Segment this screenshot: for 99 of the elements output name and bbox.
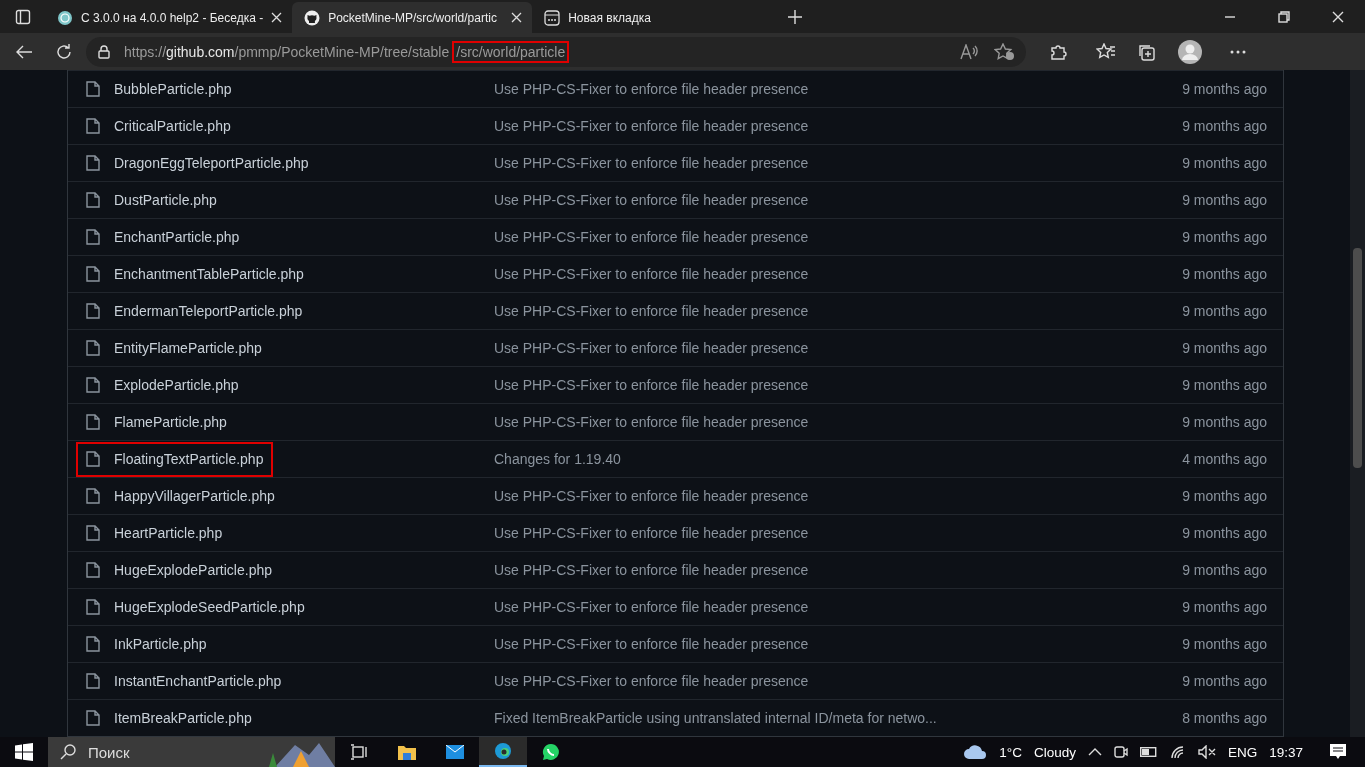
commit-age: 9 months ago <box>1182 599 1267 615</box>
browser-tab[interactable]: PocketMine-MP/src/world/partic <box>292 2 533 33</box>
browser-tab[interactable]: С 3.0.0 на 4.0.0 help2 - Беседка - <box>45 2 293 33</box>
commit-age: 8 months ago <box>1182 710 1267 726</box>
commit-age: 9 months ago <box>1182 229 1267 245</box>
commit-message[interactable]: Use PHP-CS-Fixer to enforce file header presence <box>494 562 1183 578</box>
commit-age: 9 months ago <box>1182 266 1267 282</box>
file-link[interactable]: ExplodeParticle.php <box>76 367 249 403</box>
file-icon <box>86 451 100 467</box>
commit-message[interactable]: Use PHP-CS-Fixer to enforce file header presence <box>494 414 1183 430</box>
address-bar[interactable]: https://github.com/pmmp/PocketMine-MP/tree/stable /src/world/particle <box>86 36 1026 67</box>
commit-message[interactable]: Use PHP-CS-Fixer to enforce file header presence <box>494 303 1183 319</box>
commit-message[interactable]: Use PHP-CS-Fixer to enforce file header presence <box>494 525 1183 541</box>
commit-age: 9 months ago <box>1182 303 1267 319</box>
commit-age: 9 months ago <box>1182 340 1267 356</box>
commit-message[interactable]: Use PHP-CS-Fixer to enforce file header presence <box>494 488 1183 504</box>
commit-message[interactable]: Use PHP-CS-Fixer to enforce file header presence <box>494 636 1183 652</box>
language-indicator[interactable]: ENG <box>1227 744 1258 760</box>
file-icon <box>86 525 100 541</box>
commit-message[interactable]: Use PHP-CS-Fixer to enforce file header presence <box>494 192 1183 208</box>
commit-age: 9 months ago <box>1182 488 1267 504</box>
commit-age: 9 months ago <box>1182 414 1267 430</box>
file-icon <box>86 192 100 208</box>
file-icon <box>86 710 100 726</box>
close-icon[interactable] <box>271 12 283 23</box>
lock-icon <box>98 44 110 59</box>
edge-icon[interactable] <box>479 737 527 767</box>
file-link[interactable]: EntityFlameParticle.php <box>76 330 272 366</box>
browser-tab[interactable]: Новая вкладка <box>532 2 773 33</box>
commit-message[interactable]: Use PHP-CS-Fixer to enforce file header presence <box>494 81 1183 97</box>
file-icon <box>86 229 100 245</box>
file-link[interactable]: DragonEggTeleportParticle.php <box>76 145 319 181</box>
file-link[interactable]: InstantEnchantParticle.php <box>76 663 292 699</box>
file-icon <box>86 303 100 319</box>
read-aloud-icon[interactable] <box>960 43 980 60</box>
scrollbar[interactable] <box>1350 70 1365 737</box>
file-icon <box>86 488 100 504</box>
commit-age: 9 months ago <box>1182 81 1267 97</box>
file-icon <box>86 414 100 430</box>
commit-age: 9 months ago <box>1182 377 1267 393</box>
file-link[interactable]: FlameParticle.php <box>76 404 237 440</box>
file-link[interactable]: EnchantmentTableParticle.php <box>76 256 314 292</box>
commit-age: 9 months ago <box>1182 192 1267 208</box>
commit-age: 4 months ago <box>1182 451 1267 467</box>
clock[interactable]: 19:37 <box>1269 744 1303 760</box>
file-icon <box>86 599 100 615</box>
file-link[interactable]: FloatingTextParticle.php <box>76 441 274 477</box>
camera-icon[interactable] <box>1113 744 1128 760</box>
file-link[interactable]: CriticalParticle.php <box>76 108 241 144</box>
weather-temperature[interactable]: 1°C <box>999 744 1022 760</box>
highlight-frame: /src/world/particle <box>452 40 570 63</box>
file-icon <box>86 266 100 282</box>
muted-speaker-icon[interactable] <box>1197 745 1216 759</box>
commit-message[interactable]: Changes for 1.19.40 <box>494 451 1183 467</box>
file-link[interactable]: DustParticle.php <box>76 182 227 218</box>
commit-message[interactable]: Use PHP-CS-Fixer to enforce file header presence <box>494 599 1183 615</box>
battery-icon[interactable] <box>1139 747 1158 757</box>
commit-message[interactable]: Use PHP-CS-Fixer to enforce file header presence <box>494 118 1183 134</box>
file-icon <box>86 673 100 689</box>
commit-message[interactable]: Use PHP-CS-Fixer to enforce file header presence <box>494 673 1183 689</box>
file-link[interactable]: HeartParticle.php <box>76 515 233 551</box>
file-link[interactable]: InkParticle.php <box>76 626 217 662</box>
file-link[interactable]: EndermanTeleportParticle.php <box>76 293 313 329</box>
file-link[interactable]: EnchantParticle.php <box>76 219 250 255</box>
commit-message[interactable]: Use PHP-CS-Fixer to enforce file header presence <box>494 266 1183 282</box>
file-link[interactable]: HugeExplodeParticle.php <box>76 552 282 588</box>
commit-message[interactable]: Use PHP-CS-Fixer to enforce file header presence <box>494 377 1183 393</box>
commit-age: 9 months ago <box>1182 525 1267 541</box>
commit-message[interactable]: Use PHP-CS-Fixer to enforce file header presence <box>494 340 1183 356</box>
weather-condition[interactable]: Cloudy <box>1033 744 1076 760</box>
commit-age: 9 months ago <box>1182 118 1267 134</box>
file-icon <box>86 118 100 134</box>
file-icon <box>86 377 100 393</box>
commit-age: 9 months ago <box>1182 673 1267 689</box>
file-icon <box>86 81 100 97</box>
commit-age: 9 months ago <box>1182 636 1267 652</box>
file-icon <box>86 636 100 652</box>
close-icon[interactable] <box>511 12 523 23</box>
file-link[interactable]: BubbleParticle.php <box>76 71 242 107</box>
commit-age: 9 months ago <box>1182 155 1267 171</box>
file-icon <box>86 155 100 171</box>
notifications-icon[interactable] <box>1329 743 1347 761</box>
wifi-icon[interactable] <box>1169 745 1186 759</box>
commit-message[interactable]: Fixed ItemBreakParticle using untranslated internal ID/meta for netwo... <box>494 710 1183 726</box>
cloud-icon[interactable] <box>963 744 988 760</box>
commit-age: 9 months ago <box>1182 562 1267 578</box>
file-link[interactable]: ItemBreakParticle.php <box>76 700 262 736</box>
search-icon <box>60 744 76 760</box>
add-favorite-icon[interactable] <box>994 42 1016 61</box>
commit-message[interactable]: Use PHP-CS-Fixer to enforce file header presence <box>494 229 1183 245</box>
search-field[interactable]: Поиск <box>48 737 335 767</box>
globe-icon <box>57 9 73 26</box>
file-icon <box>86 340 100 356</box>
file-link[interactable]: HappyVillagerParticle.php <box>76 478 285 514</box>
chevron-up-icon[interactable] <box>1087 748 1102 756</box>
file-link[interactable]: HugeExplodeSeedParticle.php <box>76 589 315 625</box>
new-tab-icon <box>544 9 561 26</box>
file-icon <box>86 562 100 578</box>
commit-message[interactable]: Use PHP-CS-Fixer to enforce file header presence <box>494 155 1183 171</box>
